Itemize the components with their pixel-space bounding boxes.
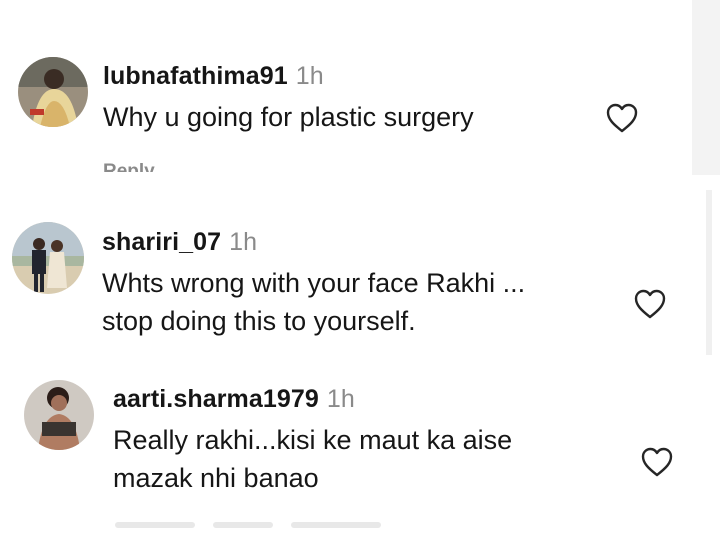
username[interactable]: shariri_07 1h bbox=[102, 228, 257, 257]
reply-button[interactable]: Reply bbox=[103, 160, 155, 172]
username-text[interactable]: lubnafathima91 bbox=[103, 62, 288, 90]
comment-line: Really rakhi...kisi ke maut ka aise bbox=[113, 425, 513, 455]
username-text[interactable]: shariri_07 bbox=[102, 228, 221, 256]
comment-item: lubnafathima91 1h Why u going for plastic… bbox=[0, 0, 720, 180]
avatar[interactable] bbox=[12, 222, 84, 294]
comment-text: Why u going for plastic surgery bbox=[103, 98, 474, 136]
username[interactable]: lubnafathima91 1h bbox=[103, 62, 324, 91]
avatar[interactable] bbox=[18, 57, 88, 127]
comment-text: Whts wrong with your face Rakhi ... stop… bbox=[102, 264, 525, 340]
username[interactable]: aarti.sharma1979 1h bbox=[113, 385, 355, 414]
comment-line: mazak nhi banao bbox=[113, 463, 319, 493]
heart-outline-icon[interactable] bbox=[605, 102, 639, 134]
heart-outline-icon[interactable] bbox=[633, 288, 667, 320]
avatar[interactable] bbox=[24, 380, 94, 450]
comment-line: stop doing this to yourself. bbox=[102, 306, 416, 336]
timestamp: 1h bbox=[295, 62, 324, 90]
cut-off-content bbox=[115, 516, 485, 540]
comment-item: aarti.sharma1979 1h Really rakhi...kisi k… bbox=[0, 360, 720, 540]
comment-item: shariri_07 1h Whts wrong with your face R… bbox=[0, 180, 720, 360]
username-text[interactable]: aarti.sharma1979 bbox=[113, 385, 319, 413]
comment-line: Why u going for plastic surgery bbox=[103, 102, 474, 132]
comments-page: lubnafathima91 1h Why u going for plastic… bbox=[0, 0, 720, 540]
heart-outline-icon[interactable] bbox=[640, 446, 674, 478]
timestamp: 1h bbox=[229, 228, 258, 256]
comment-line: Whts wrong with your face Rakhi ... bbox=[102, 268, 526, 298]
timestamp: 1h bbox=[326, 385, 355, 413]
comment-text: Really rakhi...kisi ke maut ka aise maza… bbox=[113, 421, 512, 497]
